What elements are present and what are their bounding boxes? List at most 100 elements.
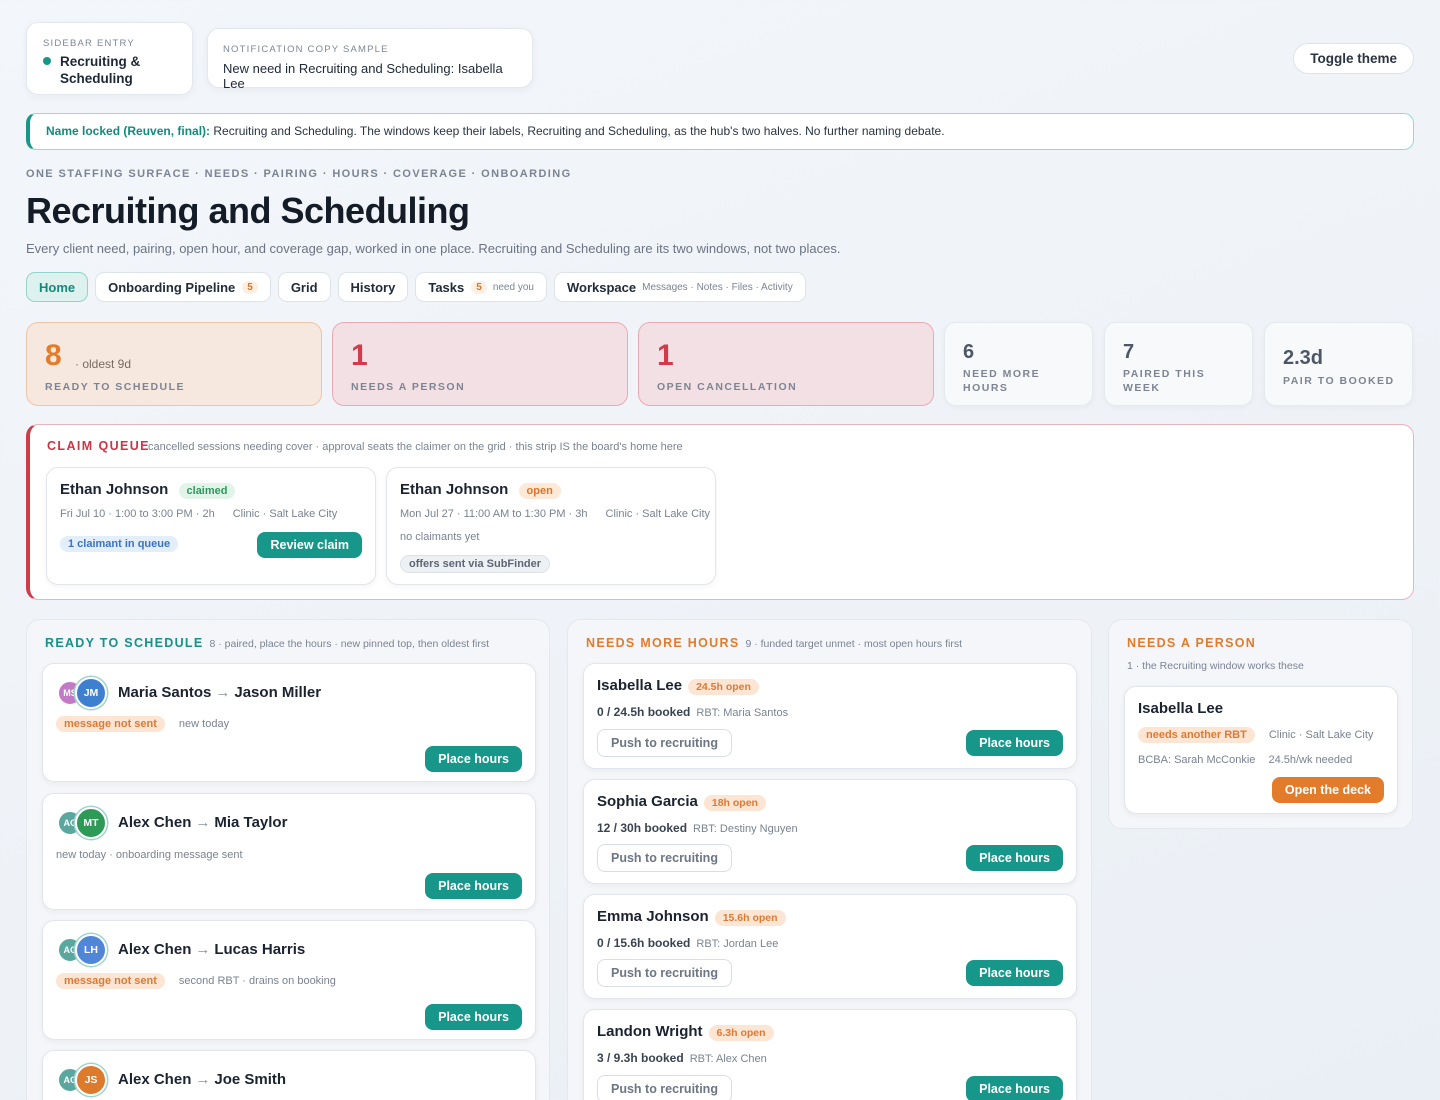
arrow-right-icon: → xyxy=(195,814,211,831)
column-subtitle: 1 · the Recruiting window works these xyxy=(1127,660,1304,672)
tab-count-badge: 5 xyxy=(242,280,258,294)
sidebar-entry-name: Recruiting & Scheduling xyxy=(60,54,141,86)
claim-meta: Mon Jul 27 · 11:00 AM to 1:30 PM · 3h Cli… xyxy=(400,508,710,520)
tab-label: History xyxy=(350,279,396,295)
claim-name: Ethan Johnson xyxy=(400,481,509,498)
tab-home[interactable]: Home xyxy=(26,272,89,302)
push-to-recruiting-button[interactable]: Push to recruiting xyxy=(597,844,732,872)
tab-count-badge: 5 xyxy=(471,280,487,294)
stat-label-line: PAIRED THIS xyxy=(1123,368,1206,380)
toggle-theme-button[interactable]: Toggle theme xyxy=(1293,43,1414,74)
pairing-card[interactable]: MS JM Maria Santos → Jason Miller message … xyxy=(42,663,536,782)
stat-label: OPEN CANCELLATION xyxy=(657,381,798,393)
pairing-card[interactable]: AC MT Alex Chen → Mia Taylor new today · o… xyxy=(42,793,536,910)
message-status-badge: message not sent xyxy=(56,716,165,732)
banner-strong: Name locked (Reuven, final): xyxy=(46,124,211,138)
ready-to-schedule-column: READY TO SCHEDULE 8 · paired, place the h… xyxy=(26,619,550,1100)
push-to-recruiting-button[interactable]: Push to recruiting xyxy=(597,1075,732,1100)
stat-value: 8 xyxy=(45,339,62,372)
rbt-name: Alex Chen xyxy=(118,941,192,958)
stat-label: NEED MORE HOURS xyxy=(963,367,1040,395)
place-hours-button[interactable]: Place hours xyxy=(966,1076,1063,1100)
place-hours-button[interactable]: Place hours xyxy=(966,730,1063,756)
review-claim-button[interactable]: Review claim xyxy=(257,532,362,558)
pairing-tags: new today · onboarding message sent xyxy=(56,849,243,861)
place-hours-button[interactable]: Place hours xyxy=(966,960,1063,986)
pairing-note: new today · onboarding message sent xyxy=(56,849,243,861)
column-title: NEEDS A PERSON xyxy=(1127,636,1257,650)
open-hours-badge: 6.3h open xyxy=(708,1025,774,1041)
stat-paired-this-week[interactable]: 7 PAIRED THIS WEEK xyxy=(1104,322,1253,406)
place-hours-button[interactable]: Place hours xyxy=(425,746,522,772)
client-name: Isabella Lee xyxy=(1138,700,1224,717)
tab-label: Workspace xyxy=(566,279,637,295)
tab-hint: need you xyxy=(492,281,534,293)
pairing-card[interactable]: AC JS Alex Chen → Joe Smith xyxy=(42,1050,536,1100)
stat-pair-to-booked[interactable]: 2.3d PAIR TO BOOKED xyxy=(1264,322,1413,406)
avatar-pair: AC MT xyxy=(57,806,117,840)
need-name-row: Emma Johnson 15.6h open xyxy=(597,908,786,926)
claim-name-row: Ethan Johnson open xyxy=(400,481,561,499)
rbt-assignment: RBT: Jordan Lee xyxy=(696,938,779,950)
tab-label: Tasks xyxy=(428,279,465,295)
tab-history[interactable]: History xyxy=(337,272,409,302)
tab-workspace[interactable]: Workspace Messages · Notes · Files · Acti… xyxy=(553,272,806,302)
needs-more-hours-column: NEEDS MORE HOURS 9 · funded target unmet … xyxy=(567,619,1092,1100)
booked-hours: 3 / 9.3h booked xyxy=(597,1051,684,1065)
arrow-right-icon: → xyxy=(195,941,211,958)
hours-need-card[interactable]: Emma Johnson 15.6h open 0 / 15.6h booked R… xyxy=(583,894,1077,999)
notification-preview: NOTIFICATION COPY SAMPLE New need in Rec… xyxy=(207,28,533,91)
avatar-pair: AC LH xyxy=(57,933,117,967)
stat-need-more-hours[interactable]: 6 NEED MORE HOURS xyxy=(944,322,1093,406)
claim-card[interactable]: Ethan Johnson open Mon Jul 27 · 11:00 AM… xyxy=(386,467,716,585)
client-name: Lucas Harris xyxy=(214,941,306,958)
avatar: LH xyxy=(75,934,107,966)
pairing-card[interactable]: AC LH Alex Chen → Lucas Harris message not… xyxy=(42,920,536,1040)
avatar-pair: AC JS xyxy=(57,1063,117,1097)
push-to-recruiting-button[interactable]: Push to recruiting xyxy=(597,729,732,757)
booked-hours: 0 / 15.6h booked xyxy=(597,936,691,950)
tab-tasks[interactable]: Tasks 5 need you xyxy=(415,272,547,302)
hours-need-card[interactable]: Isabella Lee 24.5h open 0 / 24.5h booked R… xyxy=(583,663,1077,769)
claim-card[interactable]: Ethan Johnson claimed Fri Jul 10 · 1:00 … xyxy=(46,467,376,585)
claim-queue-title: CLAIM QUEUE xyxy=(47,439,150,453)
stat-value: 6 xyxy=(963,341,975,363)
client-name: Isabella Lee xyxy=(597,677,683,694)
push-to-recruiting-button[interactable]: Push to recruiting xyxy=(597,959,732,987)
claim-queue: CLAIM QUEUE cancelled sessions needing c… xyxy=(26,424,1414,600)
place-hours-button[interactable]: Place hours xyxy=(425,873,522,899)
rbt-assignment: RBT: Maria Santos xyxy=(696,707,789,719)
tab-onboarding-pipeline[interactable]: Onboarding Pipeline 5 xyxy=(95,272,271,302)
arrow-right-icon: → xyxy=(195,1071,211,1088)
need-location: Clinic · Salt Lake City xyxy=(1268,729,1374,741)
tab-grid[interactable]: Grid xyxy=(277,272,331,302)
hours-need-card[interactable]: Landon Wright 6.3h open 3 / 9.3h booked RB… xyxy=(583,1009,1077,1100)
stat-needs-a-person[interactable]: 1 NEEDS A PERSON xyxy=(332,322,628,406)
arrow-right-icon: → xyxy=(215,684,231,701)
page-subtitle: Every client need, pairing, open hour, a… xyxy=(26,241,841,256)
hours-need-card[interactable]: Sophia Garcia 18h open 12 / 30h booked RBT… xyxy=(583,779,1077,884)
message-status-badge: message not sent xyxy=(56,973,165,989)
name-locked-banner: Name locked (Reuven, final): Recruiting … xyxy=(26,113,1414,150)
stat-label-line: HOURS xyxy=(963,382,1009,394)
place-hours-button[interactable]: Place hours xyxy=(425,1004,522,1030)
open-hours-badge: 18h open xyxy=(703,795,766,811)
stat-open-cancellation[interactable]: 1 OPEN CANCELLATION xyxy=(638,322,934,406)
pairing-names: Alex Chen → Mia Taylor xyxy=(118,814,287,831)
stat-label: READY TO SCHEDULE xyxy=(45,381,186,393)
pairing-names: Alex Chen → Lucas Harris xyxy=(118,941,305,958)
avatar: MT xyxy=(75,807,107,839)
status-badge: open xyxy=(518,483,561,499)
booked-row: 12 / 30h booked RBT: Destiny Nguyen xyxy=(597,821,798,835)
needs-a-person-column: NEEDS A PERSON 1 · the Recruiting window… xyxy=(1108,619,1413,829)
stat-ready-to-schedule[interactable]: 8 · oldest 9d READY TO SCHEDULE xyxy=(26,322,322,406)
place-hours-button[interactable]: Place hours xyxy=(966,845,1063,871)
person-need-card[interactable]: Isabella Lee needs another RBT Clinic · … xyxy=(1124,686,1398,814)
open-the-deck-button[interactable]: Open the deck xyxy=(1271,777,1384,803)
subfinder-badge: offers sent via SubFinder xyxy=(400,555,551,573)
claim-where: Clinic · Salt Lake City xyxy=(232,508,338,520)
column-subtitle: 9 · funded target unmet · most open hour… xyxy=(745,638,962,650)
stat-value: 2.3d xyxy=(1283,347,1324,369)
rbt-name: Alex Chen xyxy=(118,1071,192,1088)
stat-value: 7 xyxy=(1123,341,1135,363)
